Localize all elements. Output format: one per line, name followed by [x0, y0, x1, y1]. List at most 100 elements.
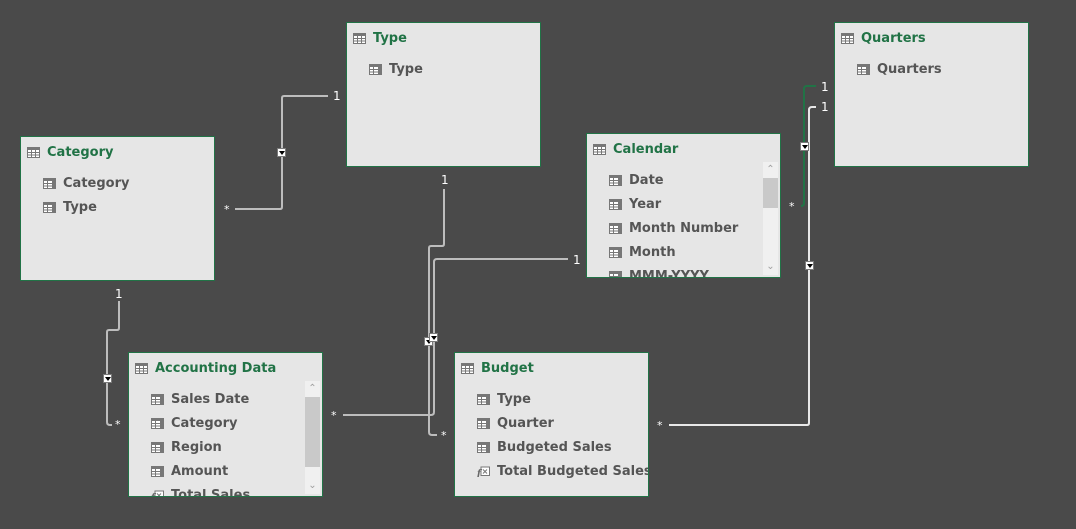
table-header[interactable]: Category [27, 145, 113, 160]
cardinality-one: 1 [821, 80, 829, 94]
field-item[interactable]: f Total Sales [151, 483, 322, 496]
table-icon [135, 363, 148, 374]
field-item[interactable]: f Total Budgeted Sales [477, 459, 648, 483]
table-title: Category [47, 145, 114, 160]
field-item[interactable]: Region [151, 435, 322, 459]
scrollbar[interactable]: ⌃ ⌄ [305, 381, 320, 494]
filter-direction-icon [103, 374, 112, 383]
table-title: Type [373, 31, 407, 46]
scroll-up-icon[interactable]: ⌃ [763, 162, 778, 178]
field-item[interactable]: Month Number [609, 216, 780, 240]
field-item[interactable]: Quarter [477, 411, 648, 435]
field-label: Quarters [877, 61, 942, 77]
scrollbar-thumb[interactable] [763, 178, 778, 208]
table-quarters[interactable]: Quarters Quarters [834, 22, 1029, 167]
field-item[interactable]: Quarters [857, 57, 1028, 81]
column-icon [857, 63, 870, 75]
column-icon [369, 63, 382, 75]
filter-direction-icon [800, 142, 809, 151]
table-category[interactable]: Category Category Type [20, 136, 215, 281]
cardinality-many: * [331, 409, 337, 422]
table-icon [841, 33, 854, 44]
cardinality-many: * [115, 418, 121, 431]
field-label: Month Number [629, 220, 739, 236]
field-label: Budgeted Sales [497, 439, 612, 455]
filter-direction-icon [429, 333, 438, 342]
column-icon [151, 465, 164, 477]
table-type[interactable]: Type Type [346, 22, 541, 167]
field-label: Month [629, 244, 676, 260]
field-item[interactable]: Budgeted Sales [477, 435, 648, 459]
field-label: Category [63, 175, 130, 191]
relationship-accounting-category[interactable] [106, 301, 120, 426]
scroll-up-icon[interactable]: ⌃ [305, 381, 320, 397]
field-item[interactable]: Type [369, 57, 540, 81]
cardinality-one: 1 [821, 100, 829, 114]
field-item[interactable]: Type [43, 195, 214, 219]
table-calendar[interactable]: Calendar Date Year Month Number Month MM… [586, 133, 781, 278]
table-title: Calendar [613, 142, 679, 157]
scroll-down-icon[interactable]: ⌄ [763, 259, 778, 275]
column-icon [151, 441, 164, 453]
field-label: Region [171, 439, 222, 455]
table-budget[interactable]: Budget Type Quarter Budgeted Sales f Tot… [454, 352, 649, 497]
column-icon [151, 393, 164, 405]
field-label: Quarter [497, 415, 554, 431]
field-label: Total Budgeted Sales [497, 463, 649, 479]
scroll-down-icon[interactable]: ⌄ [305, 478, 320, 494]
cardinality-one: 1 [441, 173, 449, 187]
table-accounting-data[interactable]: Accounting Data Sales Date Category Regi… [128, 352, 323, 497]
column-icon [609, 246, 622, 258]
scrollbar[interactable]: ⌃ ⌄ [763, 162, 778, 275]
column-icon [477, 441, 490, 453]
cardinality-many: * [789, 200, 795, 213]
table-header[interactable]: Quarters [841, 31, 926, 46]
field-item[interactable]: Category [151, 411, 322, 435]
field-label: Sales Date [171, 391, 250, 407]
cardinality-many: * [441, 429, 447, 442]
column-icon [609, 174, 622, 186]
field-item[interactable]: Type [477, 387, 648, 411]
field-label: Type [389, 61, 423, 77]
field-label: MMM-YYYY [629, 268, 709, 278]
field-item[interactable]: Date [609, 168, 780, 192]
table-header[interactable]: Type [353, 31, 407, 46]
scrollbar-thumb[interactable] [305, 397, 320, 467]
table-icon [593, 144, 606, 155]
column-icon [477, 393, 490, 405]
column-icon [609, 222, 622, 234]
column-icon [609, 198, 622, 210]
column-icon [43, 201, 56, 213]
cardinality-one: 1 [333, 89, 341, 103]
relationship-budget-type[interactable] [428, 189, 445, 436]
filter-direction-icon [277, 148, 286, 157]
field-item[interactable]: Category [43, 171, 214, 195]
table-header[interactable]: Calendar [593, 142, 678, 157]
field-item[interactable]: Amount [151, 459, 322, 483]
table-title: Budget [481, 361, 534, 376]
table-icon [461, 363, 474, 374]
table-icon [27, 147, 40, 158]
table-title: Accounting Data [155, 361, 277, 376]
field-label: Type [497, 391, 531, 407]
column-icon [43, 177, 56, 189]
field-label: Type [63, 199, 97, 215]
field-label: Year [629, 196, 662, 212]
table-icon [353, 33, 366, 44]
measure-icon: f [477, 466, 490, 477]
table-title: Quarters [861, 31, 926, 46]
filter-direction-icon [805, 261, 814, 270]
measure-icon: f [151, 490, 164, 496]
field-item[interactable]: MMM-YYYY [609, 264, 780, 278]
field-label: Amount [171, 463, 229, 479]
field-item[interactable]: Year [609, 192, 780, 216]
field-item[interactable]: Month [609, 240, 780, 264]
column-icon [151, 417, 164, 429]
cardinality-many: * [224, 203, 230, 216]
diagram-canvas[interactable]: 1 * 1 * 1 * * 1 * * 1 1 Type Type Catego… [0, 0, 1076, 529]
table-header[interactable]: Budget [461, 361, 534, 376]
field-item[interactable]: Sales Date [151, 387, 322, 411]
column-icon [609, 270, 622, 277]
field-label: Date [629, 172, 664, 188]
table-header[interactable]: Accounting Data [135, 361, 276, 376]
